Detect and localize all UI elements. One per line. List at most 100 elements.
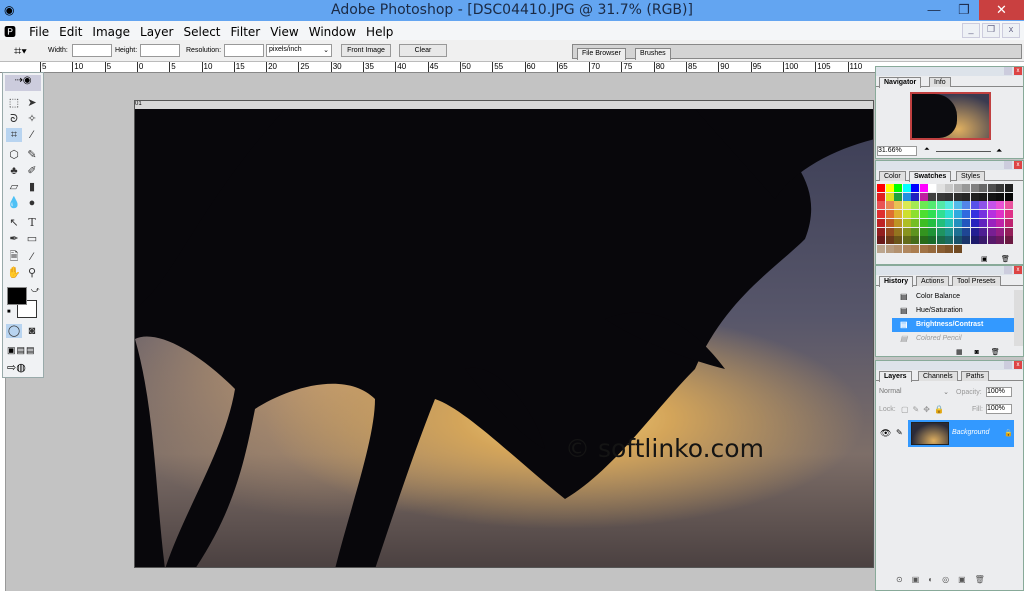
adobe-online-icon[interactable]: ⇢◉: [5, 75, 41, 91]
swatch[interactable]: [902, 244, 911, 253]
swatch[interactable]: [885, 218, 894, 227]
eyedropper-tool-icon[interactable]: ⁄: [24, 250, 40, 264]
swatch[interactable]: [996, 184, 1004, 192]
zoom-out-icon[interactable]: ⏶: [924, 146, 930, 154]
swatch[interactable]: [894, 227, 902, 236]
history-action-icons[interactable]: ▦◙🗑: [956, 348, 1012, 356]
move-tool-icon[interactable]: ➤: [24, 96, 40, 110]
screen-mode-icons[interactable]: ▣▤▤: [7, 345, 36, 356]
swatch[interactable]: [928, 244, 936, 253]
swatch[interactable]: [945, 184, 953, 192]
swatch[interactable]: [919, 210, 928, 219]
swatch[interactable]: [894, 236, 902, 245]
navigator-thumbnail[interactable]: [910, 92, 991, 140]
slice-tool-icon[interactable]: ⁄: [24, 128, 40, 142]
swatch[interactable]: [953, 227, 962, 236]
close-button[interactable]: ✕: [979, 0, 1024, 20]
swatch[interactable]: [877, 210, 885, 219]
swatch[interactable]: [1004, 192, 1013, 201]
swatch[interactable]: [928, 184, 936, 192]
maximize-button[interactable]: ❐: [949, 0, 979, 20]
swatch[interactable]: [962, 236, 970, 245]
tab-info[interactable]: Info: [929, 77, 951, 87]
swatch[interactable]: [911, 201, 919, 210]
swatch[interactable]: [953, 192, 962, 201]
swatch[interactable]: [996, 227, 1004, 236]
blend-mode-select[interactable]: Normal ⌄: [879, 388, 949, 398]
tab-paths[interactable]: Paths: [961, 371, 989, 381]
doc-restore-button[interactable]: ❐: [982, 23, 1000, 38]
jump-to-imageready-icon[interactable]: ⇨◍: [7, 361, 26, 374]
photoshop-icon[interactable]: 🅿: [0, 21, 21, 40]
swatch[interactable]: [902, 184, 911, 192]
swatch[interactable]: [996, 244, 1004, 253]
tab-channels[interactable]: Channels: [918, 371, 958, 381]
swatch[interactable]: [928, 236, 936, 245]
swatch[interactable]: [1004, 218, 1013, 227]
lock-icons[interactable]: ▢✎✥🔒: [901, 405, 948, 414]
swatch[interactable]: [894, 210, 902, 219]
foreground-color-swatch[interactable]: [7, 287, 27, 305]
tab-history[interactable]: History: [879, 276, 914, 287]
swatch[interactable]: [945, 210, 953, 219]
delete-swatch-icon[interactable]: 🗑: [1001, 255, 1010, 263]
history-item-undone[interactable]: ▤ Colored Pencil: [876, 332, 1014, 346]
swatch[interactable]: [996, 210, 1004, 219]
swatch[interactable]: [885, 227, 894, 236]
swatch[interactable]: [970, 201, 979, 210]
swatch[interactable]: [945, 201, 953, 210]
swatch[interactable]: [936, 227, 945, 236]
swatch[interactable]: [902, 236, 911, 245]
swatch[interactable]: [970, 210, 979, 219]
swatch[interactable]: [979, 184, 987, 192]
type-tool-icon[interactable]: T: [24, 216, 40, 230]
path-selection-tool-icon[interactable]: ↖: [6, 216, 22, 230]
new-swatch-icon[interactable]: ▣: [981, 255, 988, 263]
swatch[interactable]: [953, 236, 962, 245]
swatch[interactable]: [894, 184, 902, 192]
swatch[interactable]: [987, 218, 996, 227]
clone-stamp-tool-icon[interactable]: ♣: [6, 164, 22, 178]
brush-tool-icon[interactable]: ✎: [24, 148, 40, 162]
swatch[interactable]: [970, 236, 979, 245]
swatch[interactable]: [928, 218, 936, 227]
history-item[interactable]: ▤ Hue/Saturation: [876, 304, 1014, 318]
swatch[interactable]: [894, 192, 902, 201]
tab-color[interactable]: Color: [879, 171, 906, 181]
panel-minimize-button[interactable]: [1004, 161, 1012, 169]
swatch[interactable]: [877, 244, 885, 253]
swatch[interactable]: [936, 244, 945, 253]
tab-actions[interactable]: Actions: [916, 276, 949, 286]
swatch[interactable]: [987, 236, 996, 245]
swatch[interactable]: [987, 201, 996, 210]
swatch[interactable]: [1004, 227, 1013, 236]
doc-minimize-button[interactable]: _: [962, 23, 980, 38]
swatch[interactable]: [962, 201, 970, 210]
swatch[interactable]: [894, 201, 902, 210]
swatch[interactable]: [919, 192, 928, 201]
marquee-tool-icon[interactable]: ⬚: [6, 96, 22, 110]
document-window[interactable]: 01 © softlinko.com: [134, 100, 874, 568]
swatch[interactable]: [987, 227, 996, 236]
swatch[interactable]: [945, 236, 953, 245]
swatch[interactable]: [928, 192, 936, 201]
swatch[interactable]: [919, 227, 928, 236]
swatch[interactable]: [962, 192, 970, 201]
swatch[interactable]: [877, 218, 885, 227]
tab-styles[interactable]: Styles: [956, 171, 986, 181]
swatch[interactable]: [1004, 236, 1013, 245]
clear-button[interactable]: Clear: [399, 44, 447, 57]
swatch[interactable]: [953, 218, 962, 227]
zoom-in-icon[interactable]: ⏶: [996, 146, 1002, 156]
swatch[interactable]: [1004, 244, 1013, 253]
tab-layers[interactable]: Layers: [879, 371, 912, 382]
resolution-input[interactable]: [224, 44, 264, 57]
swatch[interactable]: [996, 218, 1004, 227]
swatch[interactable]: [945, 227, 953, 236]
swatch[interactable]: [962, 227, 970, 236]
crop-tool-icon[interactable]: ⌗▾: [14, 43, 27, 59]
swatch[interactable]: [885, 210, 894, 219]
menu-file[interactable]: File: [24, 23, 54, 39]
menu-image[interactable]: Image: [87, 23, 135, 39]
opacity-input[interactable]: 100%: [986, 387, 1012, 397]
